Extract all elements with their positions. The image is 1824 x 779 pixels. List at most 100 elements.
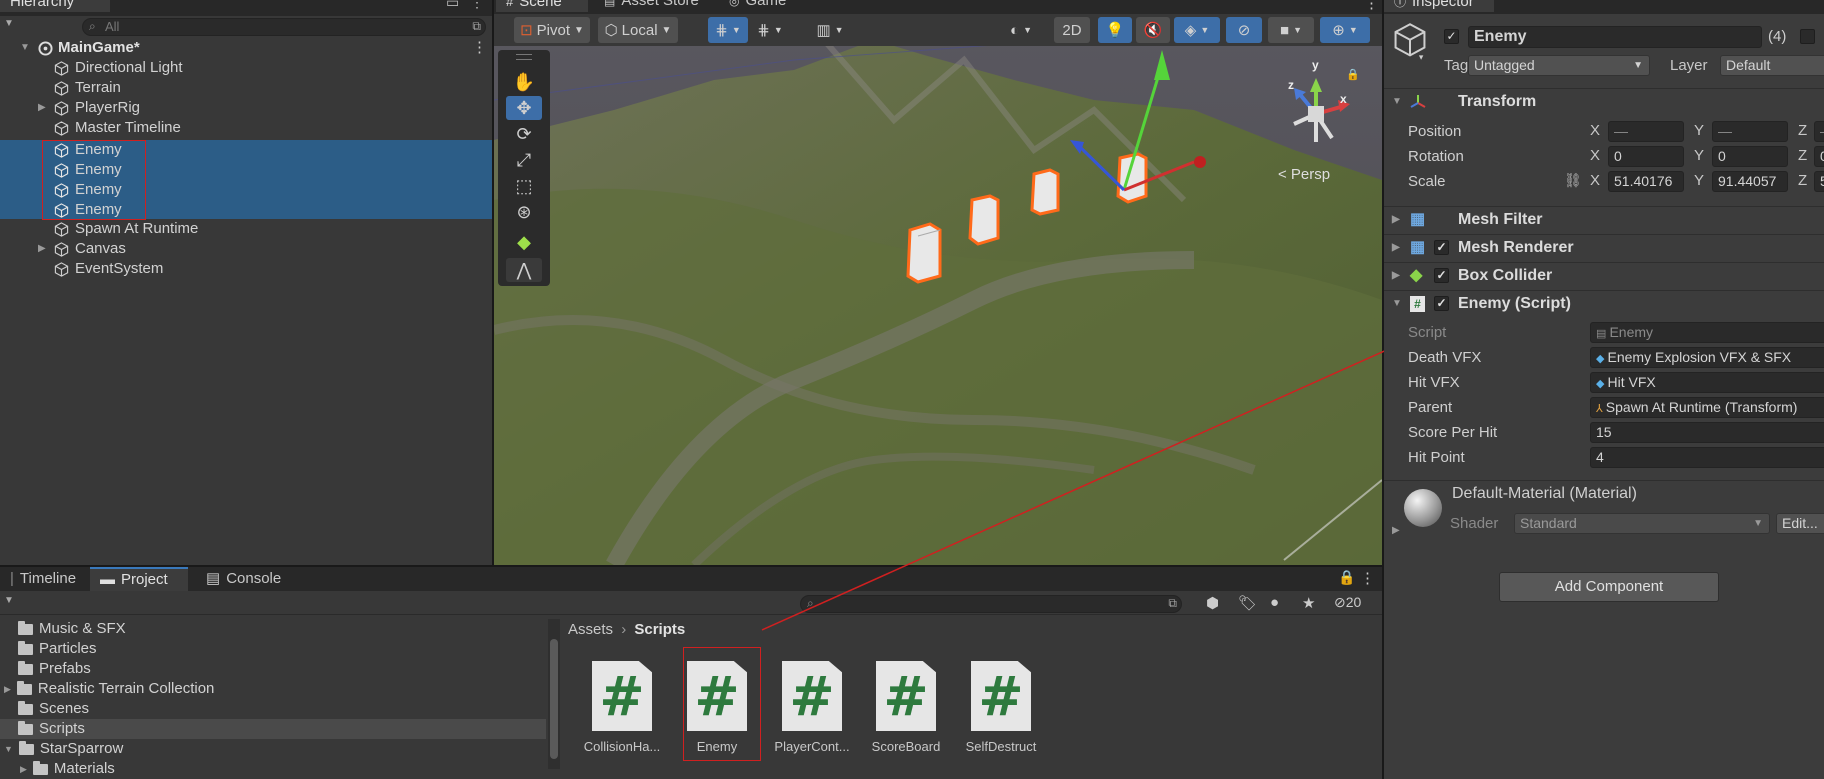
scene-menu-icon[interactable]: ⋮ xyxy=(472,38,487,58)
box-collider-header[interactable]: ▶ ◆ ✓ Box Collider xyxy=(1384,262,1824,288)
hierarchy-item[interactable]: Spawn At Runtime xyxy=(0,219,492,239)
tab-scene[interactable]: # Scene xyxy=(496,0,588,12)
shader-dropdown[interactable]: Standard ▼ xyxy=(1514,513,1770,534)
rotation-y-field[interactable]: 0 xyxy=(1712,146,1788,167)
gizmos-toggle[interactable]: ⊕ ▼ xyxy=(1320,17,1370,43)
position-y-field[interactable]: — xyxy=(1712,121,1788,142)
score-per-hit-field[interactable]: 15 xyxy=(1590,422,1824,443)
tab-timeline[interactable]: | Timeline xyxy=(0,567,86,591)
breadcrumb-scripts[interactable]: Scripts xyxy=(634,621,685,638)
script-asset[interactable]: # CollisionHa... xyxy=(576,661,668,754)
expand-arrow-icon[interactable]: ▼ xyxy=(20,38,30,58)
type-filter-icon[interactable]: ⬢ xyxy=(1206,594,1219,612)
tab-game[interactable]: ◎ Game xyxy=(719,0,796,12)
ruler-button[interactable]: ▥ ▼ xyxy=(808,17,852,43)
script-reference-field[interactable]: ▤ Enemy xyxy=(1590,322,1824,343)
folder-item[interactable]: ▶ Materials xyxy=(20,759,115,779)
collapsed-arrow-icon[interactable]: ▶ xyxy=(20,759,27,779)
local-dropdown[interactable]: ⬡ Local ▼ xyxy=(598,17,678,43)
orientation-gizmo[interactable]: y z x 🔒 xyxy=(1268,58,1364,158)
folder-item[interactable]: Prefabs xyxy=(18,659,91,679)
add-component-button[interactable]: Add Component xyxy=(1499,572,1719,602)
static-checkbox[interactable] xyxy=(1800,29,1815,44)
position-x-field[interactable]: — xyxy=(1608,121,1684,142)
shading-mode-button[interactable]: ◐ ▼ xyxy=(998,17,1044,43)
constrain-proportions-link-icon[interactable]: ⛓ xyxy=(1564,172,1582,189)
scale-z-field[interactable]: 5 xyxy=(1814,171,1824,192)
folder-item-selected[interactable]: Scripts xyxy=(18,719,85,739)
object-name-field[interactable]: Enemy xyxy=(1468,26,1762,48)
script-asset[interactable]: # PlayerCont... xyxy=(766,661,858,754)
create-dropdown-icon[interactable]: ▼ xyxy=(4,18,14,29)
projection-label[interactable]: < Persp xyxy=(1278,166,1330,183)
effects-toggle[interactable]: ◈ ▼ xyxy=(1174,17,1220,43)
collapsed-arrow-icon[interactable]: ▶ xyxy=(1392,525,1400,536)
gameobject-large-icon[interactable] xyxy=(1392,22,1432,66)
transform-tool[interactable]: ⊛ xyxy=(506,200,542,224)
active-checkbox[interactable]: ✓ xyxy=(1444,29,1459,44)
hierarchy-item[interactable]: EventSystem xyxy=(0,259,492,279)
camera-settings[interactable]: ■ ▼ xyxy=(1268,17,1314,43)
hierarchy-search-input[interactable]: ⌕ All ⧉ xyxy=(82,18,486,36)
more-menu-icon[interactable]: ⋮ xyxy=(470,0,484,11)
parent-field[interactable]: ⅄ Spawn At Runtime (Transform) xyxy=(1590,397,1824,418)
folder-item[interactable]: Music & SFX xyxy=(18,619,126,639)
tab-console[interactable]: ▤ Console xyxy=(196,567,291,591)
grid-snap-button[interactable]: ⋕ ▼ xyxy=(708,17,748,43)
tab-hierarchy[interactable]: Hierarchy xyxy=(0,0,110,12)
hit-vfx-field[interactable]: ◆ Hit VFX xyxy=(1590,372,1824,393)
warning-filter-icon[interactable]: ● xyxy=(1270,594,1279,611)
script-asset[interactable]: # ScoreBoard xyxy=(860,661,952,754)
tag-dropdown[interactable]: Untagged ▼ xyxy=(1468,55,1650,76)
audio-toggle[interactable]: 🔇 xyxy=(1136,17,1170,43)
mesh-renderer-header[interactable]: ▶ ▦ ✓ Mesh Renderer xyxy=(1384,234,1824,260)
search-filter-icon[interactable]: ⧉ xyxy=(1168,596,1177,611)
shader-edit-button[interactable]: Edit... xyxy=(1776,513,1824,534)
rect-tool[interactable]: ⬚ xyxy=(506,174,542,198)
hierarchy-item[interactable]: Directional Light xyxy=(0,58,492,78)
script-asset[interactable]: # SelfDestruct xyxy=(955,661,1047,754)
folder-item[interactable]: Particles xyxy=(18,639,97,659)
palette-drag-handle[interactable] xyxy=(516,54,532,60)
lock-icon[interactable]: 🔒 xyxy=(1338,569,1355,586)
hierarchy-item[interactable]: ▶ PlayerRig xyxy=(0,98,492,118)
scene-root[interactable]: ▼ MainGame* ⋮ xyxy=(0,38,492,58)
project-search-input[interactable]: ⌕ ⧉ xyxy=(800,595,1182,613)
rotation-z-field[interactable]: 0 xyxy=(1814,146,1824,167)
lighting-toggle[interactable]: 💡 xyxy=(1098,17,1132,43)
collapsed-arrow-icon[interactable]: ▶ xyxy=(38,98,46,118)
create-dropdown-icon[interactable]: ▼ xyxy=(4,595,14,606)
label-filter-icon[interactable]: 🏷 xyxy=(1238,594,1257,612)
visibility-toggle[interactable]: ⊘ xyxy=(1226,17,1262,43)
lock-icon[interactable]: ▭ xyxy=(446,0,459,11)
hierarchy-item[interactable]: Terrain xyxy=(0,78,492,98)
hand-tool[interactable]: ✋ xyxy=(506,70,542,94)
more-menu-icon[interactable]: ⋮ xyxy=(1360,569,1375,587)
component-enabled-checkbox[interactable]: ✓ xyxy=(1434,268,1449,283)
scene-menu-icon[interactable]: ⋮ xyxy=(1364,0,1379,12)
favorite-star-icon[interactable]: ★ xyxy=(1302,594,1315,612)
expand-arrow-icon[interactable]: ▼ xyxy=(4,739,13,759)
hierarchy-item[interactable]: Master Timeline xyxy=(0,118,492,138)
scale-tool[interactable]: ⤢ xyxy=(506,148,542,172)
scrollbar-thumb[interactable] xyxy=(550,639,558,759)
hit-point-field[interactable]: 4 xyxy=(1590,447,1824,468)
death-vfx-field[interactable]: ◆ Enemy Explosion VFX & SFX xyxy=(1590,347,1824,368)
tree-scrollbar[interactable] xyxy=(548,619,560,769)
increment-snap-button[interactable]: ⋕ ▼ xyxy=(752,17,788,43)
breadcrumb-assets[interactable]: Assets xyxy=(568,621,613,638)
collapsed-arrow-icon[interactable]: ▶ xyxy=(4,679,11,699)
tab-asset-store[interactable]: ▤ Asset Store xyxy=(594,0,709,12)
scale-x-field[interactable]: 51.40176 xyxy=(1608,171,1684,192)
collapsed-arrow-icon[interactable]: ▶ xyxy=(38,239,46,259)
rotation-x-field[interactable]: 0 xyxy=(1608,146,1684,167)
scale-y-field[interactable]: 91.44057 xyxy=(1712,171,1788,192)
position-z-field[interactable]: — xyxy=(1814,121,1824,142)
transform-header[interactable]: ▼ Transform xyxy=(1384,88,1824,114)
scene-view[interactable]: # Scene ▤ Asset Store ◎ Game ⋮ ⊡ Pivot ▼ ⬡ Loc… xyxy=(494,0,1382,565)
move-tool[interactable]: ✥ xyxy=(506,96,542,120)
toggle-2d-button[interactable]: 2D xyxy=(1054,17,1090,43)
folder-item[interactable]: ▶ Realistic Terrain Collection xyxy=(4,679,214,699)
search-filter-icon[interactable]: ⧉ xyxy=(472,19,481,34)
mesh-filter-header[interactable]: ▶ ▦ Mesh Filter xyxy=(1384,206,1824,232)
